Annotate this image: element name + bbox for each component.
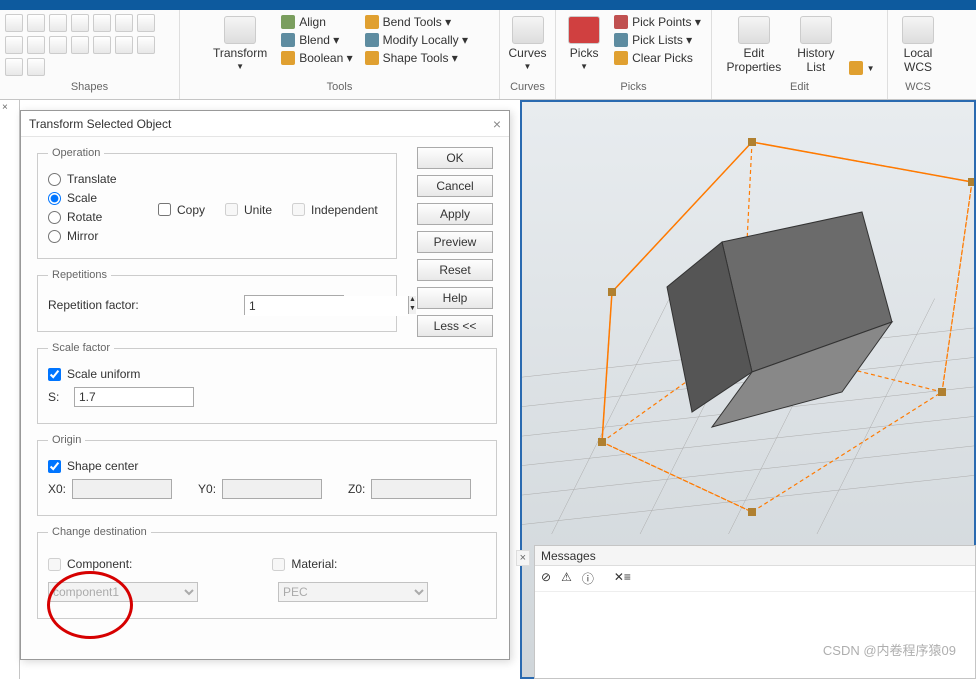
z0-label: Z0: — [348, 482, 365, 496]
operation-legend: Operation — [48, 147, 104, 159]
repetitions-legend: Repetitions — [48, 269, 111, 281]
local-wcs-button[interactable]: Local WCS — [896, 14, 940, 76]
repetition-factor-input[interactable]: ▲▼ — [244, 295, 344, 315]
edit-label: Edit — [790, 81, 809, 95]
sidebar: × — [0, 100, 20, 679]
info-icon[interactable]: ⓘ — [582, 570, 594, 587]
y0-label: Y0: — [198, 482, 216, 496]
shape-center-checkbox[interactable]: Shape center — [48, 459, 486, 473]
bend-tools-menu[interactable]: Bend Tools ▾ — [361, 14, 472, 30]
scale-factor-legend: Scale factor — [48, 342, 114, 354]
pick-lists-menu[interactable]: Pick Lists ▾ — [610, 32, 705, 48]
align-menu[interactable]: Align — [277, 14, 356, 30]
ok-button[interactable]: OK — [417, 147, 493, 169]
reset-button[interactable]: Reset — [417, 259, 493, 281]
apply-button[interactable]: Apply — [417, 203, 493, 225]
component-checkbox: Component: — [48, 557, 132, 571]
help-button[interactable]: Help — [417, 287, 493, 309]
repetition-factor-label: Repetition factor: — [48, 298, 238, 312]
s-input[interactable] — [74, 387, 194, 407]
material-checkbox: Material: — [272, 557, 337, 571]
material-select: PEC — [278, 582, 428, 602]
pick-points-menu[interactable]: Pick Points ▾ — [610, 14, 705, 30]
change-destination-legend: Change destination — [48, 526, 151, 538]
dialog-title: Transform Selected Object — [29, 117, 171, 131]
ribbon: Shapes Transform ▼ Align Blend ▾ Boolean… — [0, 10, 976, 100]
filter-icon[interactable]: ✕≡ — [614, 570, 631, 587]
curves-label: Curves — [510, 81, 545, 95]
curves-button[interactable]: Curves▼ — [503, 14, 553, 73]
edit-properties-button[interactable]: Edit Properties — [721, 14, 788, 76]
boolean-menu[interactable]: Boolean ▾ — [277, 50, 356, 66]
cancel-button[interactable]: Cancel — [417, 175, 493, 197]
origin-legend: Origin — [48, 434, 85, 446]
unite-checkbox: Unite — [225, 176, 272, 243]
title-bar — [0, 0, 976, 10]
history-list-button[interactable]: History List — [791, 14, 840, 76]
spin-up-icon: ▲ — [409, 296, 416, 305]
transform-dialog: Transform Selected Object × Operation Tr… — [20, 110, 510, 660]
modify-locally-menu[interactable]: Modify Locally ▾ — [361, 32, 472, 48]
s-label: S: — [48, 390, 68, 404]
error-icon[interactable]: ⊘ — [541, 570, 551, 587]
shapes-icons[interactable] — [5, 14, 175, 76]
close-icon[interactable]: × — [0, 100, 19, 115]
copy-checkbox[interactable]: Copy — [158, 176, 205, 243]
picks-button[interactable]: Picks▼ — [562, 14, 606, 73]
x0-label: X0: — [48, 482, 66, 496]
y0-input — [222, 479, 322, 499]
watermark: CSDN @内卷程序猿09 — [823, 640, 956, 659]
warning-icon[interactable]: ⚠ — [561, 570, 572, 587]
z0-input — [371, 479, 471, 499]
shape-cube — [572, 112, 976, 552]
shapes-label: Shapes — [71, 81, 108, 95]
less-button[interactable]: Less << — [417, 315, 493, 337]
wcs-label: WCS — [905, 81, 931, 95]
tools-label: Tools — [327, 81, 353, 95]
rotate-radio[interactable]: Rotate — [48, 210, 158, 224]
shape-tools-menu[interactable]: Shape Tools ▾ — [361, 50, 472, 66]
spin-down-icon: ▼ — [409, 305, 416, 314]
blend-menu[interactable]: Blend ▾ — [277, 32, 356, 48]
clear-picks-menu[interactable]: Clear Picks — [610, 50, 705, 66]
transform-button[interactable]: Transform ▼ — [207, 14, 273, 73]
preview-button[interactable]: Preview — [417, 231, 493, 253]
translate-radio[interactable]: Translate — [48, 172, 158, 186]
scale-radio[interactable]: Scale — [48, 191, 158, 205]
scale-uniform-checkbox[interactable]: Scale uniform — [48, 367, 486, 381]
independent-checkbox: Independent — [292, 176, 378, 243]
mirror-radio[interactable]: Mirror — [48, 229, 158, 243]
picks-label: Picks — [620, 81, 646, 95]
dialog-close-icon[interactable]: × — [493, 116, 501, 132]
component-select: component1 — [48, 582, 198, 602]
x0-input — [72, 479, 172, 499]
messages-title: Messages — [541, 549, 596, 563]
messages-close-icon[interactable]: × — [516, 550, 530, 566]
